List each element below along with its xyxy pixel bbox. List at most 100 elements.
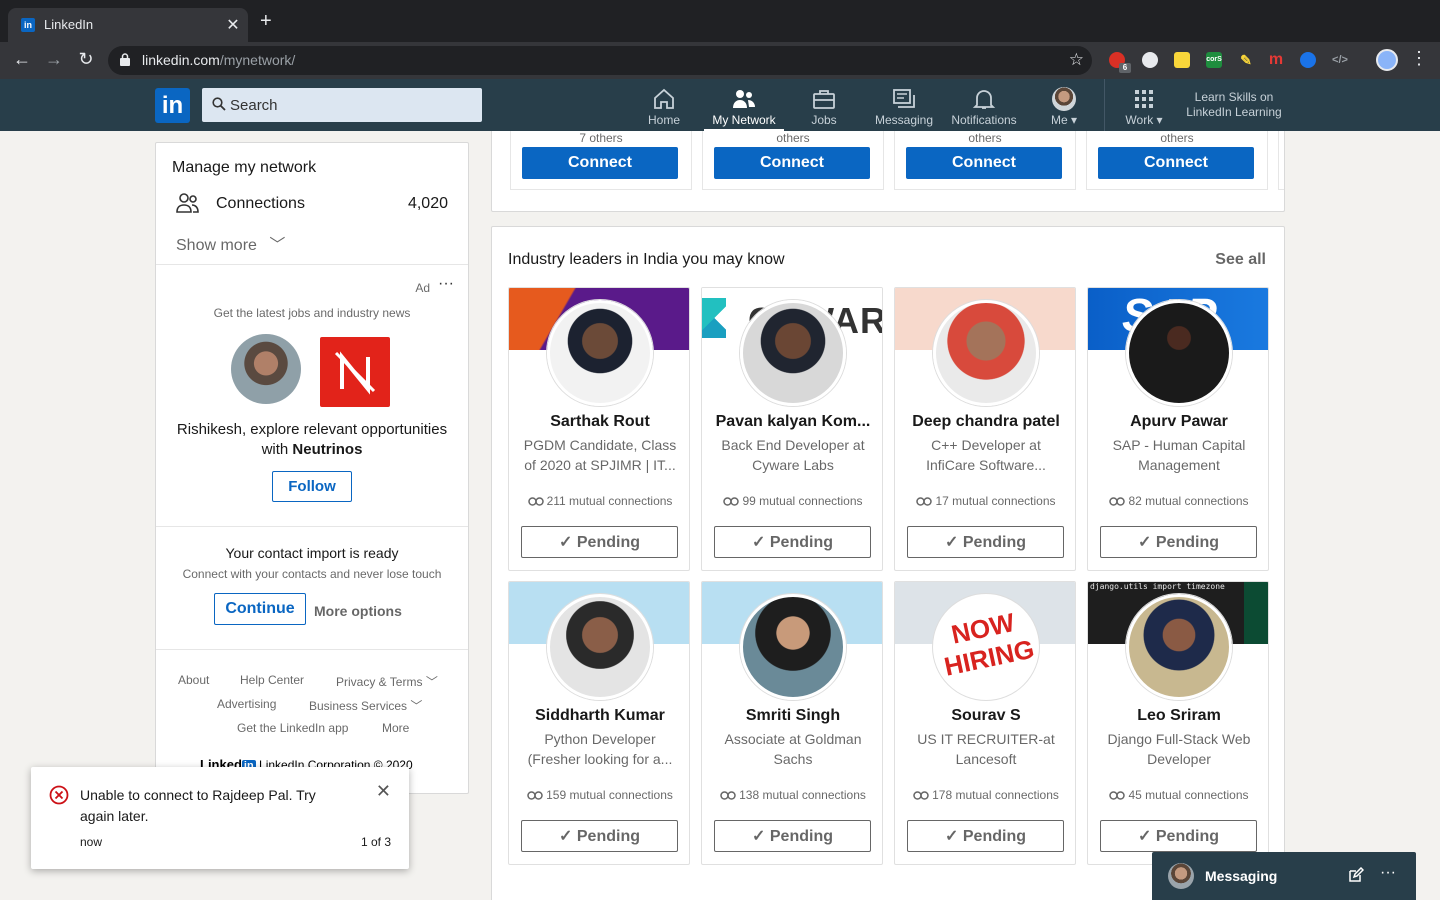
show-more-button[interactable]: Show more ﹀ xyxy=(176,231,285,255)
avatar[interactable] xyxy=(547,300,653,406)
pending-button[interactable]: ✓ Pending xyxy=(907,820,1064,852)
forward-icon[interactable]: → xyxy=(42,49,66,70)
avatar[interactable] xyxy=(740,594,846,700)
tab-close-icon[interactable]: ✕ xyxy=(224,15,242,35)
nav-my-network[interactable]: My Network xyxy=(704,87,784,131)
browser-profile-icon[interactable] xyxy=(1376,49,1398,71)
search-box[interactable] xyxy=(202,88,482,122)
person-card[interactable]: django.utils import timezone Leo Sriram … xyxy=(1087,581,1269,865)
footer-help[interactable]: Help Center xyxy=(240,673,304,687)
nav-me[interactable]: Me ▾ xyxy=(1024,87,1104,131)
person-card[interactable]: SAP Apurv Pawar SAP - Human Capital Mana… xyxy=(1087,287,1269,571)
person-card[interactable]: Sarthak Rout PGDM Candidate, Class of 20… xyxy=(508,287,690,571)
avatar[interactable]: NOW HIRING xyxy=(933,594,1039,700)
ad-more-icon[interactable]: ··· xyxy=(438,275,454,293)
person-name[interactable]: Apurv Pawar xyxy=(1094,413,1264,431)
nav-messaging[interactable]: Messaging xyxy=(864,87,944,131)
person-headline: SAP - Human Capital Management xyxy=(1112,437,1246,473)
continue-button[interactable]: Continue xyxy=(214,593,306,625)
reload-icon[interactable]: ↻ xyxy=(74,49,98,70)
mutual-connections: 17 mutual connections xyxy=(895,494,1075,508)
connect-button[interactable]: Connect xyxy=(906,147,1062,179)
person-name[interactable]: Sarthak Rout xyxy=(515,413,685,431)
nav-notifications[interactable]: Notifications xyxy=(944,87,1024,131)
connect-button[interactable]: Connect xyxy=(522,147,678,179)
pending-button[interactable]: ✓ Pending xyxy=(1100,820,1257,852)
pending-button[interactable]: ✓ Pending xyxy=(714,820,871,852)
avatar[interactable] xyxy=(1126,300,1232,406)
extension-blue-icon[interactable] xyxy=(1300,52,1316,68)
person-card[interactable]: NOW HIRING Sourav S US IT RECRUITER-at L… xyxy=(894,581,1076,865)
person-card[interactable]: Deep chandra patel C++ Developer at Infi… xyxy=(894,287,1076,571)
search-icon xyxy=(212,97,226,111)
url-path: /mynetwork/ xyxy=(219,52,296,68)
pending-button[interactable]: ✓ Pending xyxy=(521,820,678,852)
caret-down-icon: ▾ xyxy=(1070,113,1078,127)
mutual-text: 178 mutual connections xyxy=(932,788,1059,802)
extension-code-icon[interactable]: </> xyxy=(1332,52,1348,68)
follow-button[interactable]: Follow xyxy=(272,471,352,502)
avatar[interactable] xyxy=(933,300,1039,406)
address-bar[interactable]: linkedin.com/mynetwork/ ☆ xyxy=(108,46,1092,75)
check-icon: ✓ xyxy=(559,828,577,845)
footer-advertising[interactable]: Advertising xyxy=(217,697,276,711)
person-name[interactable]: Sourav S xyxy=(901,707,1071,725)
messaging-bar[interactable]: Messaging ··· xyxy=(1152,852,1416,900)
connect-button[interactable]: Connect xyxy=(714,147,870,179)
browser-menu-icon[interactable]: ⋮ xyxy=(1410,48,1428,69)
extension-cors-icon[interactable]: corS xyxy=(1206,52,1222,68)
connect-button[interactable]: Connect xyxy=(1098,147,1254,179)
avatar[interactable] xyxy=(1126,594,1232,700)
extension-circle-icon[interactable] xyxy=(1142,52,1158,68)
new-tab-icon[interactable]: + xyxy=(260,11,272,31)
nav-home[interactable]: Home xyxy=(624,87,704,131)
learning-link[interactable]: Learn Skills on LinkedIn Learning xyxy=(1182,90,1286,120)
browser-tab-bar: in LinkedIn ✕ + xyxy=(0,0,1440,42)
pending-label: Pending xyxy=(576,828,640,845)
pending-button[interactable]: ✓ Pending xyxy=(521,526,678,558)
person-name[interactable]: Leo Sriram xyxy=(1094,707,1264,725)
extension-notes-icon[interactable] xyxy=(1174,52,1190,68)
person-card[interactable]: Smriti Singh Associate at Goldman Sachs … xyxy=(701,581,883,865)
back-icon[interactable]: ← xyxy=(10,49,34,70)
close-icon[interactable]: ✕ xyxy=(376,781,391,802)
pending-button[interactable]: ✓ Pending xyxy=(714,526,871,558)
footer-business[interactable]: Business Services ﹀ xyxy=(309,697,422,714)
footer-privacy[interactable]: Privacy & Terms ﹀ xyxy=(336,673,438,690)
more-options-button[interactable]: More options xyxy=(314,603,402,619)
more-icon[interactable]: ··· xyxy=(1380,864,1396,882)
chevron-down-icon: ﹀ xyxy=(425,675,438,689)
extension-m-icon[interactable]: m xyxy=(1268,52,1284,68)
person-card[interactable]: CYWAR Pavan kalyan Kom... Back End Devel… xyxy=(701,287,883,571)
search-input[interactable] xyxy=(230,88,470,122)
footer-more[interactable]: More xyxy=(382,721,409,735)
linkedin-navbar: in Home My Network Jobs Messaging Notifi… xyxy=(0,79,1440,131)
person-name[interactable]: Siddharth Kumar xyxy=(515,707,685,725)
show-more-label: Show more xyxy=(176,237,257,254)
avatar[interactable] xyxy=(740,300,846,406)
pending-button[interactable]: ✓ Pending xyxy=(1100,526,1257,558)
footer-business-text: Business Services xyxy=(309,699,408,713)
see-all-link[interactable]: See all xyxy=(1215,251,1266,269)
linkedin-logo-icon[interactable]: in xyxy=(155,88,190,123)
person-name[interactable]: Smriti Singh xyxy=(708,707,878,725)
connections-count: 4,020 xyxy=(407,195,448,212)
browser-tab[interactable]: in LinkedIn ✕ xyxy=(8,8,248,42)
nav-jobs[interactable]: Jobs xyxy=(784,87,864,131)
person-name[interactable]: Pavan kalyan Kom... xyxy=(708,413,878,431)
lock-icon xyxy=(120,53,130,66)
bookmark-star-icon[interactable]: ☆ xyxy=(1069,50,1084,70)
person-name[interactable]: Deep chandra patel xyxy=(901,413,1071,431)
avatar[interactable] xyxy=(547,594,653,700)
footer-app[interactable]: Get the LinkedIn app xyxy=(237,721,348,735)
footer-about[interactable]: About xyxy=(178,673,209,687)
neutrinos-logo-icon[interactable] xyxy=(320,337,390,407)
pending-label: Pending xyxy=(769,828,833,845)
pending-button[interactable]: ✓ Pending xyxy=(907,526,1064,558)
check-icon: ✓ xyxy=(1138,828,1156,845)
connections-label[interactable]: Connections xyxy=(216,195,305,213)
person-card[interactable]: Siddharth Kumar Python Developer (Freshe… xyxy=(508,581,690,865)
extension-highlighter-icon[interactable]: ✎ xyxy=(1238,52,1254,68)
nav-work[interactable]: Work ▾ xyxy=(1104,87,1184,131)
compose-icon[interactable] xyxy=(1348,867,1364,883)
